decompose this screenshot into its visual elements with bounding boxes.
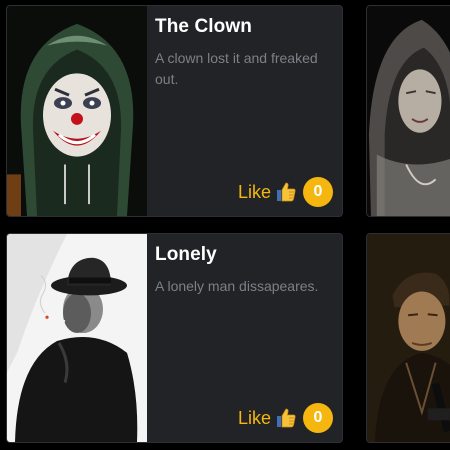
card-image-hooded-woman[interactable] <box>367 6 450 216</box>
card-body: The Clown A clown lost it and freaked ou… <box>155 6 342 216</box>
hooded-woman-image <box>367 6 450 216</box>
card-image-clown[interactable] <box>7 6 147 216</box>
card-hooded-woman[interactable] <box>366 5 450 217</box>
card-title[interactable]: The Clown <box>155 16 252 38</box>
like-label: Like <box>237 181 271 202</box>
thumbs-up-icon <box>273 179 299 205</box>
card-description: A lonely man dissapeares. <box>155 278 319 294</box>
like-count-badge: 0 <box>303 177 333 207</box>
like-label: Like <box>237 407 271 428</box>
thumbs-up-icon <box>273 405 299 431</box>
card-man-with-gun[interactable] <box>366 233 450 443</box>
card-lonely[interactable]: Lonely A lonely man dissapeares. Like 0 <box>6 233 343 443</box>
like-count-badge: 0 <box>303 403 333 433</box>
card-grid: The Clown A clown lost it and freaked ou… <box>0 0 450 450</box>
like-button[interactable]: Like 0 <box>238 177 333 207</box>
card-image-man-with-gun[interactable] <box>367 234 450 442</box>
card-title[interactable]: Lonely <box>155 244 217 266</box>
card-image-lonely[interactable] <box>7 234 147 442</box>
like-button[interactable]: Like 0 <box>238 403 333 433</box>
card-the-clown[interactable]: The Clown A clown lost it and freaked ou… <box>6 5 343 217</box>
clown-image <box>7 6 147 216</box>
card-description: A clown lost it and freaked out. <box>155 50 318 87</box>
lonely-man-image <box>7 234 147 442</box>
card-body: Lonely A lonely man dissapeares. Like 0 <box>155 234 342 442</box>
man-with-gun-image <box>367 234 450 442</box>
